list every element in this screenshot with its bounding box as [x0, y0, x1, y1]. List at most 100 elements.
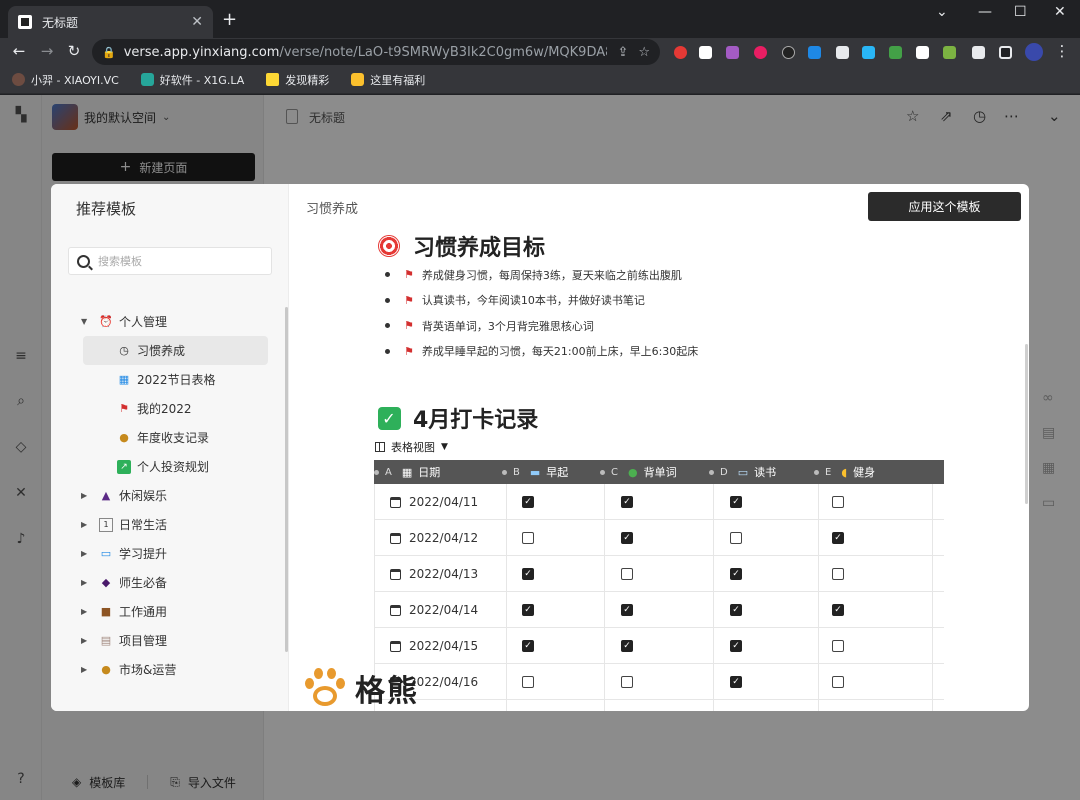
expanded-arrow-icon[interactable]: ▼	[81, 317, 91, 326]
extension-face-icon[interactable]	[699, 46, 712, 59]
bookmark-item[interactable]: 小羿 - XIAOYI.VC	[12, 72, 119, 88]
collapsed-arrow-icon[interactable]: ▶	[81, 491, 91, 500]
bookmark-star-icon[interactable]: ☆	[638, 45, 650, 60]
extension-moon-icon[interactable]	[782, 46, 795, 59]
tree-category-personal[interactable]: ▼ ⏰ 个人管理	[81, 307, 167, 336]
extension-cat-icon[interactable]	[862, 46, 875, 59]
checkbox-reading[interactable]: ✓	[730, 676, 742, 688]
column-header-fitness[interactable]: E ◖ 健身	[814, 460, 875, 484]
collapsed-arrow-icon[interactable]: ▶	[81, 520, 91, 529]
checkbox-fitness[interactable]: ✓	[832, 532, 844, 544]
checkbox-early-rise[interactable]: ✓	[522, 604, 534, 616]
checkbox-early-rise[interactable]: ✓	[522, 496, 534, 508]
column-header-early-rise[interactable]: B ▬ 早起	[502, 460, 568, 484]
extension-red-icon[interactable]	[674, 46, 687, 59]
apply-template-button[interactable]: 应用这个模板	[868, 192, 1021, 221]
drag-handle-icon[interactable]	[600, 469, 605, 475]
forward-icon[interactable]: →	[37, 42, 57, 60]
checkbox-fitness[interactable]	[832, 640, 844, 652]
checkbox-reading[interactable]	[730, 532, 742, 544]
checkbox-fitness[interactable]	[832, 496, 844, 508]
checkbox-reading[interactable]: ✓	[730, 640, 742, 652]
maximize-button[interactable]: ☐	[1014, 4, 1027, 20]
tree-category-marketing[interactable]: ▶ ● 市场&运营	[81, 655, 176, 684]
extension-heart-icon[interactable]	[754, 46, 767, 59]
checkbox-vocab[interactable]: ✓	[621, 532, 633, 544]
checkbox-vocab[interactable]: ✓	[621, 640, 633, 652]
chart-icon: ↗	[117, 459, 131, 474]
tree-item-holiday[interactable]: ▦ 2022节日表格	[117, 365, 216, 394]
extension-purple-icon[interactable]	[726, 46, 739, 59]
collapsed-arrow-icon[interactable]: ▶	[81, 578, 91, 587]
reload-icon[interactable]: ↻	[64, 42, 84, 60]
extension-layers-icon[interactable]	[808, 46, 821, 59]
extension-green-icon[interactable]	[943, 46, 956, 59]
extension-m-icon[interactable]	[916, 46, 929, 59]
bookmark-item[interactable]: 发现精彩	[266, 72, 329, 88]
date-cell[interactable]: 2022/04/14	[390, 603, 478, 617]
tab-close-icon[interactable]: ✕	[191, 14, 203, 30]
browser-menu-icon[interactable]: ⋮	[1052, 42, 1072, 60]
top-hat-icon: ▲	[101, 489, 111, 502]
close-window-button[interactable]: ✕	[1054, 4, 1066, 20]
checkbox-early-rise[interactable]	[522, 676, 534, 688]
back-icon[interactable]: ←	[9, 42, 29, 60]
collapsed-arrow-icon[interactable]: ▶	[81, 607, 91, 616]
checkbox-fitness[interactable]	[832, 676, 844, 688]
drag-handle-icon[interactable]	[709, 469, 714, 475]
address-bar[interactable]: 🔒 verse.app.yinxiang.com /verse/note/LaO…	[92, 39, 660, 65]
tree-item-my2022[interactable]: ⚑ 我的2022	[117, 394, 191, 423]
extensions-puzzle-icon[interactable]	[972, 46, 985, 59]
browser-tab[interactable]: 无标题 ✕	[8, 6, 213, 38]
column-header-reading[interactable]: D ▭ 读书	[709, 460, 776, 484]
preview-scrollbar[interactable]	[1025, 344, 1028, 504]
column-header-vocab[interactable]: C ● 背单词	[600, 460, 677, 484]
tree-item-habit[interactable]: ◷ 习惯养成	[83, 336, 268, 365]
date-cell[interactable]: 2022/04/15	[390, 639, 478, 653]
checkbox-fitness[interactable]	[832, 568, 844, 580]
drag-handle-icon[interactable]	[374, 469, 379, 475]
new-tab-button[interactable]: +	[222, 10, 237, 30]
checkbox-vocab[interactable]	[621, 676, 633, 688]
collapsed-arrow-icon[interactable]: ▶	[81, 636, 91, 645]
drag-handle-icon[interactable]	[502, 469, 507, 475]
bookmark-item[interactable]: 好软件 - X1G.LA	[140, 72, 244, 88]
date-cell[interactable]: 2022/04/11	[390, 495, 478, 509]
collapsed-arrow-icon[interactable]: ▶	[81, 549, 91, 558]
checkbox-reading[interactable]: ✓	[730, 568, 742, 580]
checkbox-vocab[interactable]: ✓	[621, 496, 633, 508]
bookmark-item[interactable]: 这里有福利	[351, 72, 425, 88]
extension-card-icon[interactable]	[889, 46, 902, 59]
collapsed-arrow-icon[interactable]: ▶	[81, 665, 91, 674]
tree-item-invest[interactable]: ↗ 个人投资规划	[117, 452, 209, 481]
side-panel-icon[interactable]	[999, 46, 1012, 59]
profile-avatar[interactable]	[1025, 43, 1043, 61]
checkbox-vocab[interactable]	[621, 568, 633, 580]
tree-scrollbar[interactable]	[285, 307, 288, 652]
checkbox-reading[interactable]: ✓	[730, 604, 742, 616]
extension-eraser-icon[interactable]	[836, 46, 849, 59]
tree-category-leisure[interactable]: ▶ ▲ 休闲娱乐	[81, 481, 167, 510]
template-search-input[interactable]	[98, 254, 258, 268]
tree-category-work[interactable]: ▶ ■ 工作通用	[81, 597, 167, 626]
template-search[interactable]	[68, 247, 272, 275]
tree-category-daily[interactable]: ▶ 1 日常生活	[81, 510, 167, 539]
checkbox-early-rise[interactable]	[522, 532, 534, 544]
column-header-date[interactable]: A ▦ 日期	[374, 460, 440, 484]
checkbox-early-rise[interactable]: ✓	[522, 640, 534, 652]
date-cell[interactable]: 2022/04/13	[390, 567, 478, 581]
tab-search-icon[interactable]: ⌄	[936, 4, 948, 20]
tree-item-budget[interactable]: ● 年度收支记录	[117, 423, 209, 452]
checkbox-early-rise[interactable]: ✓	[522, 568, 534, 580]
checkbox-reading[interactable]: ✓	[730, 496, 742, 508]
table-view-switcher[interactable]: 表格视图 ▼	[375, 439, 448, 455]
checkbox-vocab[interactable]: ✓	[621, 604, 633, 616]
tree-category-project[interactable]: ▶ ▤ 项目管理	[81, 626, 167, 655]
date-cell[interactable]: 2022/04/12	[390, 531, 478, 545]
tree-category-students[interactable]: ▶ ◆ 师生必备	[81, 568, 167, 597]
tree-category-learning[interactable]: ▶ ▭ 学习提升	[81, 539, 167, 568]
drag-handle-icon[interactable]	[814, 469, 819, 475]
checkbox-fitness[interactable]: ✓	[832, 604, 844, 616]
share-icon[interactable]: ⇪	[617, 45, 628, 60]
minimize-button[interactable]: —	[978, 4, 992, 20]
